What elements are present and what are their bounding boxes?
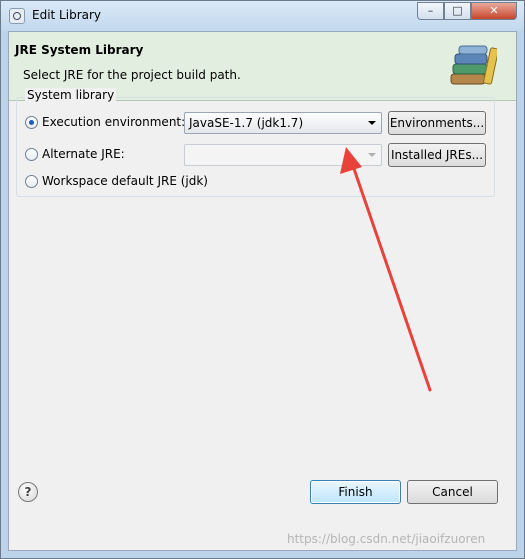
dropdown-arrow-icon — [368, 153, 376, 157]
maximize-button[interactable]: □ — [444, 2, 471, 20]
edit-library-dialog: Edit Library – □ ✕ JRE System Library Se… — [0, 0, 525, 559]
alternate-jre-label: Alternate JRE: — [42, 147, 125, 161]
alternate-jre-radio[interactable] — [25, 148, 38, 161]
minimize-button[interactable]: – — [417, 2, 444, 20]
banner-description: Select JRE for the project build path. — [23, 68, 241, 82]
watermark: https://blog.csdn.net/jiaoifzuoren — [287, 532, 486, 546]
help-icon[interactable]: ? — [18, 482, 38, 502]
eclipse-app-icon — [9, 8, 25, 24]
execution-environment-value: JavaSE-1.7 (jdk1.7) — [189, 116, 304, 130]
library-books-icon — [450, 45, 497, 85]
banner-title: JRE System Library — [15, 43, 144, 57]
cancel-button[interactable]: Cancel — [407, 480, 498, 504]
execution-environment-combo[interactable]: JavaSE-1.7 (jdk1.7) — [184, 112, 382, 134]
workspace-default-label: Workspace default JRE (jdk) — [42, 174, 208, 188]
workspace-default-radio[interactable] — [25, 175, 38, 188]
execution-environment-radio[interactable] — [25, 116, 38, 129]
group-label: System library — [25, 88, 117, 102]
environments-button[interactable]: Environments... — [388, 111, 486, 135]
dropdown-arrow-icon — [368, 121, 376, 125]
close-button[interactable]: ✕ — [471, 2, 517, 20]
installed-jres-button[interactable]: Installed JREs... — [388, 143, 486, 167]
execution-environment-label: Execution environment: — [42, 115, 186, 129]
finish-button[interactable]: Finish — [310, 480, 401, 504]
window-title: Edit Library — [32, 8, 102, 22]
alternate-jre-combo[interactable] — [184, 144, 382, 166]
title-bar[interactable]: Edit Library – □ ✕ — [1, 1, 524, 31]
